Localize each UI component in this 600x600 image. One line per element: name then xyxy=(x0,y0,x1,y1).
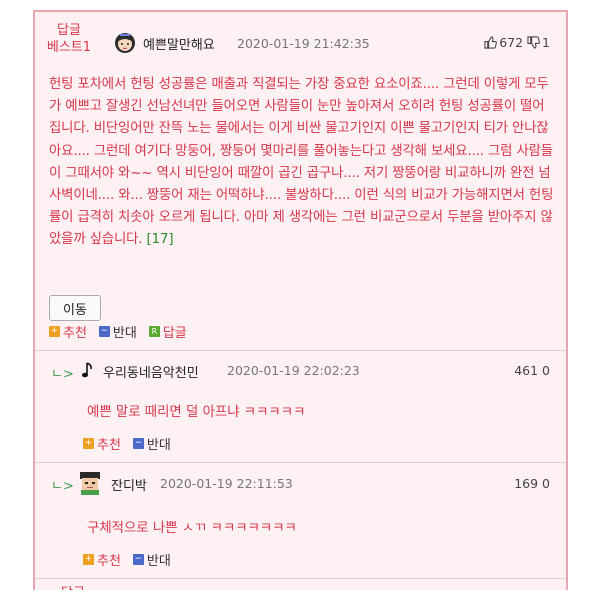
reply-button[interactable]: R 답글 xyxy=(148,322,187,341)
thumbs-down-icon[interactable] xyxy=(527,36,540,49)
reply-score: 169 0 xyxy=(514,476,550,491)
vote-counts: 672 1 xyxy=(484,35,550,50)
girl-avatar-icon xyxy=(115,33,135,53)
oppose-button[interactable]: − 반대 xyxy=(132,434,171,453)
badge-line-2: 베스트1 xyxy=(46,40,92,55)
recommend-label: 추천 xyxy=(63,326,87,341)
oppose-button[interactable]: − 반대 xyxy=(98,322,137,341)
reply-actions: + 추천 − 반대 xyxy=(83,550,183,569)
badge-line-1: 답글 xyxy=(57,23,81,38)
thumbs-up-icon[interactable] xyxy=(484,36,498,49)
reply-arrow-icon: ㄴ> xyxy=(51,479,74,494)
dislike-count: 1 xyxy=(542,35,550,50)
recommend-label: 추천 xyxy=(97,438,121,453)
reply-date: 2020-01-19 22:11:53 xyxy=(160,476,293,491)
oppose-label: 반대 xyxy=(146,438,171,453)
divider xyxy=(35,350,566,351)
recommend-button[interactable]: + 추천 xyxy=(49,322,87,341)
reply-nickname[interactable]: 잔디박 xyxy=(111,475,147,494)
plus-icon: + xyxy=(49,326,60,337)
recommend-button[interactable]: + 추천 xyxy=(83,550,121,569)
reply-text: 예쁜 말로 때리면 덜 아프냐 ㅋㅋㅋㅋㅋ xyxy=(87,405,306,420)
reply-nickname[interactable]: 우리동네음악천민 xyxy=(103,362,199,381)
divider xyxy=(35,578,566,579)
oppose-label: 반대 xyxy=(112,326,137,341)
reply-r-icon: R xyxy=(148,326,160,337)
best-reply-badge: 답글 베스트1 xyxy=(45,22,93,56)
like-count: 672 xyxy=(499,35,524,50)
reply-score: 461 0 xyxy=(514,363,550,378)
body-text: 헌팅 포차에서 헌팅 성공률은 매출과 직결되는 가장 중요한 요소이죠....… xyxy=(49,77,554,248)
minus-icon: − xyxy=(132,554,144,565)
recommend-label: 추천 xyxy=(97,554,121,569)
reply-count[interactable]: [17] xyxy=(147,232,174,247)
reply-label: 답글 xyxy=(162,326,187,341)
reply-actions: + 추천 − 반대 xyxy=(83,434,183,453)
oppose-label: 반대 xyxy=(146,554,171,569)
divider xyxy=(35,462,566,463)
plus-icon: + xyxy=(83,554,94,565)
best-reply-header: 답글 베스트1 예쁜말만해요 2020-01-19 21:42:35 672 1 xyxy=(35,12,566,72)
author-nickname[interactable]: 예쁜말만해요 xyxy=(143,34,215,53)
pixel-avatar-icon xyxy=(80,472,100,495)
comment-board: 답글 베스트1 예쁜말만해요 2020-01-19 21:42:35 672 1… xyxy=(33,10,568,590)
post-date: 2020-01-19 21:42:35 xyxy=(237,36,370,51)
minus-icon: − xyxy=(98,326,110,337)
move-button[interactable]: 이동 xyxy=(49,295,101,321)
oppose-button[interactable]: − 반대 xyxy=(132,550,171,569)
best-reply-actions: + 추천 − 반대 R 답글 xyxy=(49,322,199,341)
minus-icon: − xyxy=(132,438,144,449)
reply-arrow-icon: ㄴ> xyxy=(51,367,74,382)
best-reply-body: 헌팅 포차에서 헌팅 성공률은 매출과 직결되는 가장 중요한 요소이죠....… xyxy=(49,74,554,252)
reply-text: 구체적으로 나쁜 ㅅㄲ ㅋㅋㅋㅋㅋㅋㅋ xyxy=(87,521,297,536)
next-badge: 답글 xyxy=(61,582,85,590)
music-note-icon xyxy=(82,362,92,378)
reply-date: 2020-01-19 22:02:23 xyxy=(227,363,360,378)
recommend-button[interactable]: + 추천 xyxy=(83,434,121,453)
plus-icon: + xyxy=(83,438,94,449)
